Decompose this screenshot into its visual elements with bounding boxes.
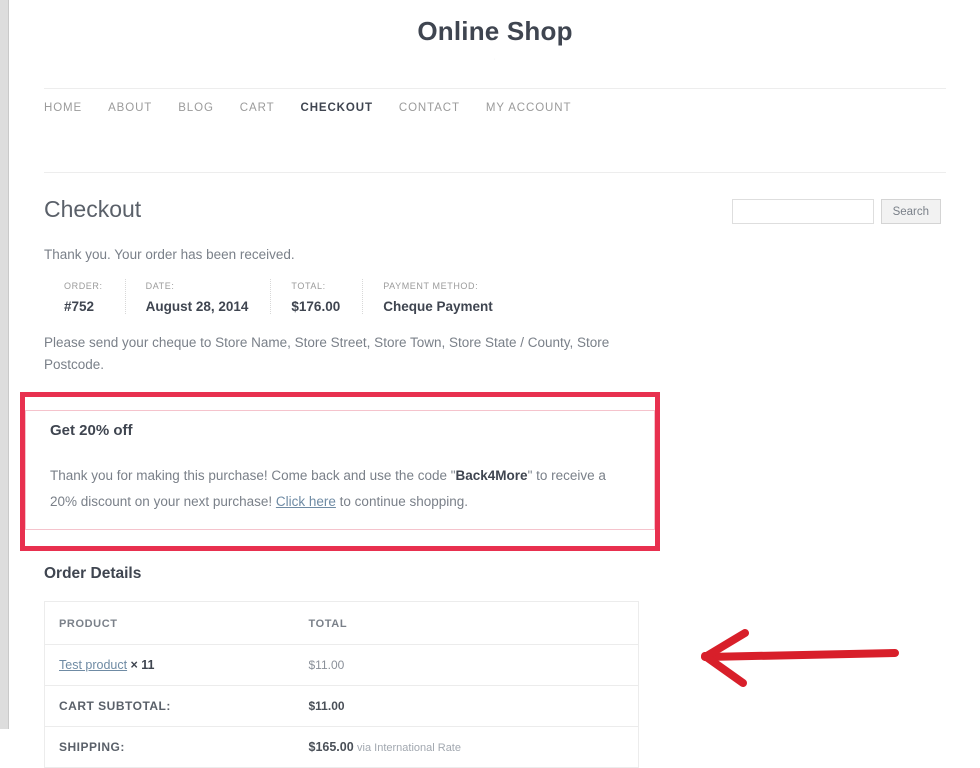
table-header-row: PRODUCT TOTAL (44, 601, 639, 645)
promo-title: Get 20% off (50, 422, 133, 439)
order-summary-label: PAYMENT METHOD: (383, 281, 479, 291)
nav-item-checkout[interactable]: CHECKOUT (301, 102, 399, 114)
cell-cart-subtotal-value: $11.00 (294, 685, 639, 727)
shipping-method-note: via International Rate (357, 742, 461, 754)
order-summary-item-total: TOTAL: $176.00 (291, 279, 364, 314)
order-details-heading: Order Details (44, 565, 142, 582)
order-received-message: Thank you. Your order has been received. (44, 247, 295, 262)
shipping-amount: $165.00 (308, 740, 354, 754)
order-summary-label: DATE: (145, 281, 175, 291)
page-left-edge-strip (0, 0, 9, 729)
cell-shipping-value: $165.00 via International Rate (294, 726, 639, 768)
table-row: SHIPPING: $165.00 via International Rate (44, 726, 639, 768)
site-title: Online Shop (417, 16, 573, 46)
main-content: Search Checkout Thank you. Your order ha… (20, 173, 946, 768)
nav-item-home[interactable]: HOME (44, 102, 108, 114)
product-link[interactable]: Test product (59, 658, 127, 672)
order-summary-item-payment-method: PAYMENT METHOD: Cheque Payment (383, 279, 515, 314)
page-container: Online Shop · HOME ABOUT BLOG CART CHECK… (10, 0, 980, 768)
table-row: Test product × 11 $11.00 (44, 644, 639, 686)
order-summary-label: TOTAL: (291, 281, 326, 291)
column-header-product: PRODUCT (44, 601, 295, 645)
main-navigation-bar: HOME ABOUT BLOG CART CHECKOUT CONTACT MY… (44, 88, 946, 173)
main-navigation: HOME ABOUT BLOG CART CHECKOUT CONTACT MY… (44, 89, 946, 114)
order-summary-value: #752 (64, 299, 95, 314)
red-arrow-annotation-icon (701, 629, 899, 687)
promo-click-here-link[interactable]: Click here (276, 494, 336, 509)
nav-item-my-account[interactable]: MY ACCOUNT (486, 102, 597, 114)
order-details-table: PRODUCT TOTAL Test product × 11 $11.00 C… (44, 601, 639, 768)
order-summary-value: $176.00 (291, 299, 341, 314)
promo-code: Back4More (455, 468, 528, 483)
search-button[interactable]: Search (880, 199, 941, 224)
product-quantity: × 11 (130, 658, 155, 672)
order-summary-value: August 28, 2014 (145, 299, 249, 314)
nav-item-cart[interactable]: CART (240, 102, 301, 114)
nav-item-blog[interactable]: BLOG (178, 102, 240, 114)
site-header: Online Shop · (10, 0, 980, 74)
cheque-instructions: Please send your cheque to Store Name, S… (44, 335, 610, 372)
nav-item-contact[interactable]: CONTACT (399, 102, 486, 114)
order-summary-item-date: DATE: August 28, 2014 (146, 279, 272, 314)
order-table-head: PRODUCT TOTAL (44, 601, 639, 645)
order-summary-strip: ORDER: #752 DATE: August 28, 2014 TOTAL:… (44, 279, 946, 314)
order-summary-value: Cheque Payment (383, 299, 493, 314)
promo-box-inner: Get 20% off Thank you for making this pu… (25, 410, 655, 530)
site-tagline-artifact: · (493, 56, 497, 63)
promo-text-tail: to continue shopping. (335, 494, 469, 509)
search-widget: Search (731, 199, 941, 224)
order-summary-item-order: ORDER: #752 (64, 279, 126, 314)
table-row: CART SUBTOTAL: $11.00 (44, 685, 639, 727)
order-table-body: Test product × 11 $11.00 CART SUBTOTAL: … (44, 644, 639, 768)
cell-cart-subtotal-label: CART SUBTOTAL: (44, 685, 295, 727)
cell-shipping-label: SHIPPING: (44, 726, 295, 768)
search-input[interactable] (731, 199, 874, 224)
cell-product: Test product × 11 (44, 644, 295, 686)
promo-box: Get 20% off Thank you for making this pu… (20, 392, 660, 551)
promo-text-before-code: Thank you for making this purchase! Come… (50, 468, 456, 483)
cell-total: $11.00 (294, 644, 639, 686)
column-header-total: TOTAL (294, 601, 639, 645)
order-summary-label: ORDER: (64, 281, 103, 291)
nav-item-about[interactable]: ABOUT (108, 102, 178, 114)
promo-text: Thank you for making this purchase! Come… (50, 463, 630, 515)
